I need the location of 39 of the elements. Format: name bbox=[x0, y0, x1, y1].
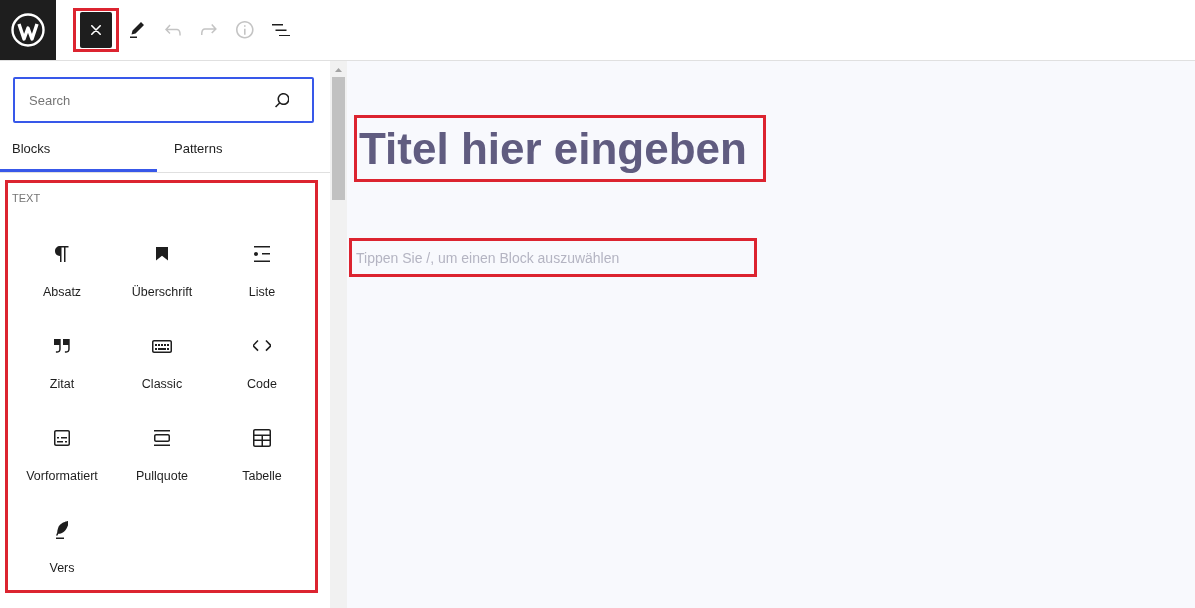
search-icon bbox=[274, 93, 289, 108]
block-item[interactable]: Classic bbox=[112, 314, 212, 406]
bookmark-icon bbox=[156, 247, 168, 261]
block-item[interactable]: Tabelle bbox=[212, 406, 312, 498]
scroll-up-arrow-icon[interactable] bbox=[335, 68, 342, 72]
feather-icon bbox=[56, 521, 68, 539]
keyboard-icon bbox=[152, 339, 172, 353]
search-field[interactable]: Search bbox=[13, 77, 314, 123]
scrollbar-thumb[interactable] bbox=[332, 77, 345, 200]
pencil-icon bbox=[130, 22, 144, 38]
tab[interactable]: Blocks bbox=[0, 124, 157, 172]
block-item[interactable]: Absatz bbox=[12, 222, 112, 314]
close-button[interactable] bbox=[80, 12, 112, 48]
text-box-icon bbox=[54, 430, 70, 446]
list-icon bbox=[254, 246, 270, 262]
pullquote-icon bbox=[154, 430, 170, 446]
redo-icon bbox=[201, 24, 217, 36]
block-item[interactable]: Zitat bbox=[12, 314, 112, 406]
info-icon bbox=[236, 21, 254, 39]
close-icon bbox=[91, 25, 101, 35]
block-item[interactable]: Code bbox=[212, 314, 312, 406]
category-heading: TEXT bbox=[12, 191, 42, 206]
block-input-field[interactable]: Tippen Sie /, um einen Block auszuwählen bbox=[356, 241, 750, 274]
scrollbar-track[interactable] bbox=[330, 61, 347, 608]
block-item[interactable]: Vers bbox=[12, 498, 112, 590]
title-field[interactable]: Titel hier eingeben bbox=[359, 118, 761, 179]
block-item[interactable]: Überschrift bbox=[112, 222, 212, 314]
table-icon bbox=[253, 429, 271, 447]
pilcrow-icon bbox=[55, 246, 69, 262]
logo-button[interactable] bbox=[0, 0, 56, 60]
logo-icon bbox=[11, 13, 45, 47]
block-item[interactable]: Liste bbox=[212, 222, 312, 314]
undo-icon bbox=[165, 24, 181, 36]
block-item[interactable]: Pullquote bbox=[112, 406, 212, 498]
quote-icon bbox=[54, 339, 70, 353]
list-view-icon bbox=[272, 23, 290, 37]
tab[interactable]: Patterns bbox=[157, 124, 330, 172]
code-icon bbox=[252, 340, 272, 352]
block-item[interactable]: Vorformatiert bbox=[12, 406, 112, 498]
